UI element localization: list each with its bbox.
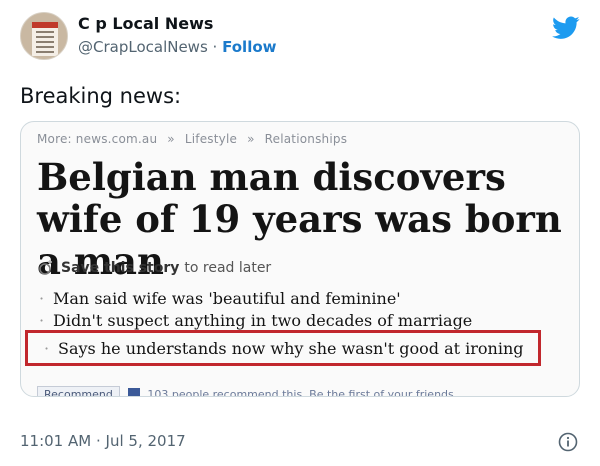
recommend-bar: Recommend 103 people recommend this. Be …	[37, 384, 577, 397]
save-story-icon	[39, 260, 52, 275]
tweet-time: 11:01 AM	[20, 432, 92, 450]
highlight-box: · Says he understands now why she wasn't…	[25, 330, 541, 366]
breadcrumb-item: Relationships	[264, 132, 348, 146]
save-story-label: Save this story	[61, 260, 180, 276]
list-item: · Didn't suspect anything in two decades …	[39, 311, 473, 330]
breadcrumb: More: news.com.au » Lifestyle » Relation…	[37, 132, 353, 146]
save-story-suffix: to read later	[184, 260, 272, 276]
breadcrumb-item: More: news.com.au	[37, 132, 158, 146]
save-story-row: Save this story to read later	[37, 260, 271, 276]
avatar-sign-image	[32, 22, 58, 56]
bullet-text: Man said wife was 'beautiful and feminin…	[53, 289, 401, 308]
handle-separator: ·	[212, 38, 218, 56]
tweet-text: Breaking news:	[20, 84, 182, 108]
recommend-count: 103 people recommend this. Be the first …	[127, 387, 458, 397]
timestamp-separator: ·	[95, 432, 101, 450]
list-item: · Says he understands now why she wasn't…	[44, 339, 524, 358]
recommend-count-text: 103 people recommend this. Be the first …	[147, 387, 458, 397]
list-item: · Man said wife was 'beautiful and femini…	[39, 289, 401, 308]
article-bullets: · Man said wife was 'beautiful and femini…	[39, 288, 472, 332]
author-handle[interactable]: @CrapLocalNews	[78, 38, 208, 56]
twitter-bird-icon[interactable]	[552, 16, 580, 40]
breadcrumb-separator: »	[247, 132, 255, 146]
author-name[interactable]: C p Local News	[78, 14, 277, 34]
highlighted-bullet-text: Says he understands now why she wasn't g…	[58, 339, 524, 358]
bullet-text: Didn't suspect anything in two decades o…	[53, 311, 473, 330]
tweet-card: C p Local News @CrapLocalNews · Follow B…	[0, 0, 600, 466]
info-icon[interactable]	[558, 432, 578, 452]
tweet-date: Jul 5, 2017	[105, 432, 186, 450]
facebook-icon	[127, 387, 140, 396]
avatar[interactable]	[20, 12, 68, 60]
author-block: C p Local News @CrapLocalNews · Follow	[78, 14, 277, 58]
tweet-media-image[interactable]: More: news.com.au » Lifestyle » Relation…	[20, 121, 580, 397]
author-handle-row: @CrapLocalNews · Follow	[78, 36, 277, 58]
recommend-label: Recommend	[44, 387, 113, 397]
recommend-button: Recommend	[37, 385, 120, 397]
breadcrumb-separator: »	[167, 132, 175, 146]
follow-button[interactable]: Follow	[222, 38, 276, 56]
tweet-timestamp[interactable]: 11:01 AM · Jul 5, 2017	[20, 432, 186, 450]
breadcrumb-item: Lifestyle	[184, 132, 238, 146]
